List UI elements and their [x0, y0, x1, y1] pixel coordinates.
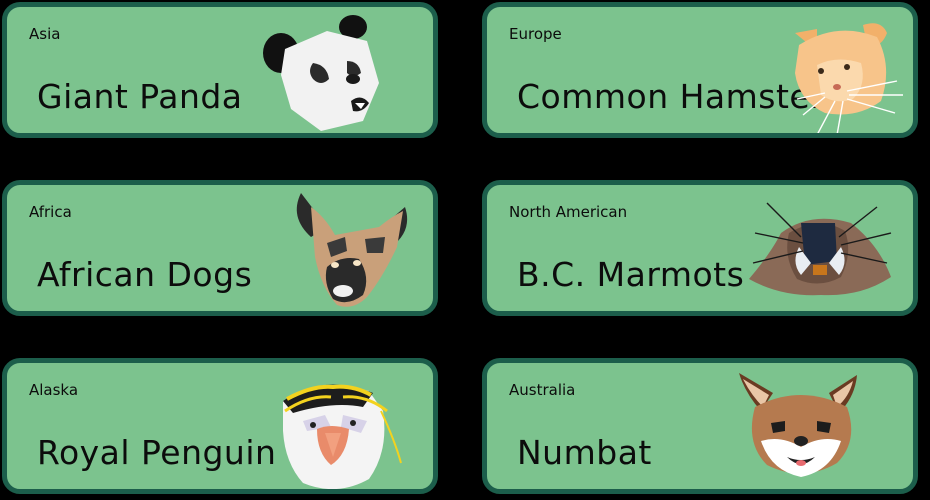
animal-card-common-hamster[interactable]: Europe Common Hamster — [482, 2, 918, 138]
card-animal-name: Giant Panda — [37, 77, 243, 116]
animal-card-giant-panda[interactable]: Asia Giant Panda — [2, 2, 438, 138]
card-region-label: North American — [509, 203, 628, 221]
card-region-label: Europe — [509, 25, 562, 43]
hamster-icon — [777, 15, 913, 133]
marmot-icon — [741, 193, 901, 303]
card-animal-name: Royal Penguin — [37, 433, 277, 472]
card-region-label: Africa — [29, 203, 72, 221]
numbat-icon — [731, 367, 871, 489]
card-region-label: Asia — [29, 25, 61, 43]
card-region-label: Alaska — [29, 381, 79, 399]
animal-card-african-dogs[interactable]: Africa African Dogs — [2, 180, 438, 316]
card-animal-name: B.C. Marmots — [517, 255, 745, 294]
card-region-label: Australia — [509, 381, 576, 399]
animal-card-bc-marmots[interactable]: North American B.C. Marmots — [482, 180, 918, 316]
panda-icon — [255, 13, 395, 133]
card-animal-name: Numbat — [517, 433, 652, 472]
african-wild-dog-icon — [287, 187, 417, 311]
animal-card-royal-penguin[interactable]: Alaska Royal Penguin — [2, 358, 438, 494]
animal-card-numbat[interactable]: Australia Numbat — [482, 358, 918, 494]
card-animal-name: African Dogs — [37, 255, 253, 294]
penguin-icon — [273, 371, 403, 489]
